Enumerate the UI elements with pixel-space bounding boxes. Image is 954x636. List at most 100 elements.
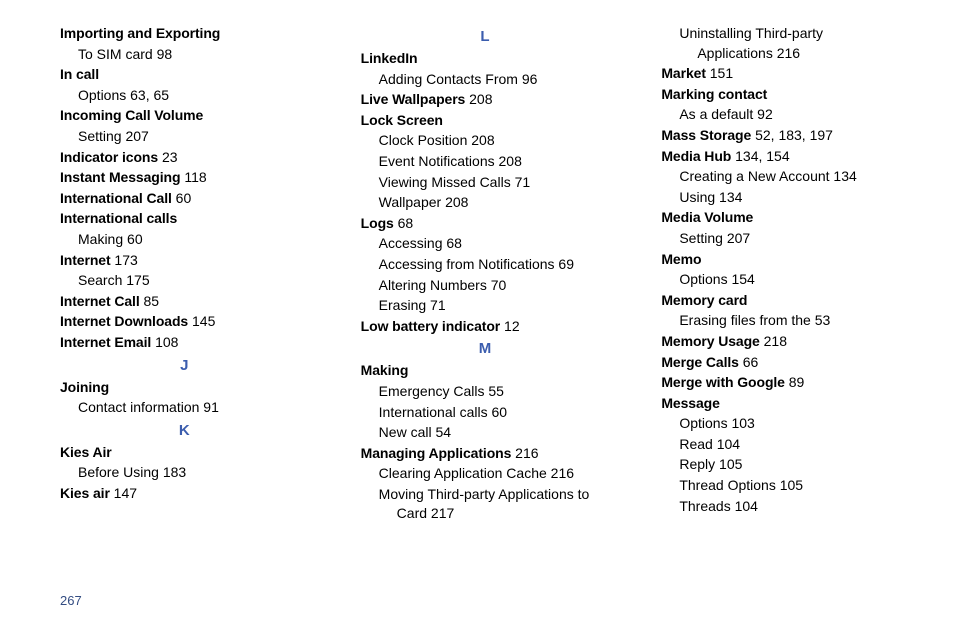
index-page-ref: 71 — [426, 297, 445, 313]
index-entry: Lock Screen — [361, 111, 610, 131]
index-term: Joining — [60, 379, 109, 395]
index-page-ref: 96 — [518, 71, 537, 87]
index-subentry: Read — [679, 436, 712, 452]
index-entry: International Call 60 — [60, 189, 309, 209]
index-page-ref: 63 — [126, 87, 145, 103]
index-page-ref: 145 — [188, 313, 215, 329]
index-page-ref: 85 — [140, 293, 159, 309]
index-term: International Call — [60, 190, 172, 206]
index-entry: Viewing Missed Calls 71 — [361, 173, 610, 193]
index-page-ref: 105 — [776, 477, 803, 493]
index-subentry: New call — [379, 424, 432, 440]
index-subentry: Options — [679, 271, 727, 287]
index-page-ref: 68 — [394, 215, 413, 231]
index-entry: Making — [361, 361, 610, 381]
index-entry: Setting 207 — [661, 229, 910, 249]
index-page-ref: 216 — [547, 465, 574, 481]
index-entry: International calls 60 — [361, 403, 610, 423]
index-term: Merge with Google — [661, 374, 785, 390]
index-entry: Altering Numbers 70 — [361, 276, 610, 296]
index-entry: Low battery indicator 12 — [361, 317, 610, 337]
index-entry: Internet 173 — [60, 251, 309, 271]
index-entry: To SIM card 98 — [60, 45, 309, 65]
index-page-ref: 91 — [199, 399, 218, 415]
index-page-ref: 60 — [123, 231, 142, 247]
index-entry: Internet Email 108 — [60, 333, 309, 353]
index-entry: Search 175 — [60, 271, 309, 291]
index-entry: Wallpaper 208 — [361, 193, 610, 213]
index-subentry: Accessing — [379, 235, 443, 251]
index-page-ref: 154 — [766, 148, 789, 164]
index-page-ref: 118 — [180, 169, 206, 185]
index-term: Mass Storage — [661, 127, 751, 143]
index-term: International calls — [60, 210, 177, 226]
index-column-2: LLinkedInAdding Contacts From 96Live Wal… — [361, 24, 610, 525]
index-term: Kies Air — [60, 444, 112, 460]
index-term: Incoming Call Volume — [60, 107, 203, 123]
index-page-ref: 134 — [731, 148, 758, 164]
index-subentry: Using — [679, 189, 715, 205]
index-entry: Internet Downloads 145 — [60, 312, 309, 332]
index-term: Memory card — [661, 292, 747, 308]
index-entry: Incoming Call Volume — [60, 106, 309, 126]
index-entry: Reply 105 — [661, 455, 910, 475]
index-entry: Mass Storage 52, 183, 197 — [661, 126, 910, 146]
index-term: Memo — [661, 251, 701, 267]
index-subentry: Accessing from Notifications — [379, 256, 555, 272]
section-letter: L — [361, 26, 610, 47]
index-page-ref: 208 — [441, 194, 468, 210]
section-letter: K — [60, 420, 309, 441]
index-entry: Joining — [60, 378, 309, 398]
index-entry: LinkedIn — [361, 49, 610, 69]
index-subentry: To SIM card — [78, 46, 153, 62]
index-term: Instant Messaging — [60, 169, 180, 185]
section-letter: M — [361, 338, 610, 359]
index-subentry: Erasing — [379, 297, 426, 313]
index-term: Kies air — [60, 485, 110, 501]
index-entry: Merge Calls 66 — [661, 353, 910, 373]
index-entry: As a default 92 — [661, 105, 910, 125]
index-page-ref: 65 — [154, 87, 170, 103]
index-subentry: Creating a New Account — [679, 168, 829, 184]
index-page-ref: 208 — [467, 132, 494, 148]
index-page-ref: 60 — [488, 404, 507, 420]
index-entry: Before Using 183 — [60, 463, 309, 483]
index-page-ref: 70 — [487, 277, 506, 293]
index-entry: Indicator icons 23 — [60, 148, 309, 168]
index-entry: Kies Air — [60, 443, 309, 463]
index-entry: Internet Call 85 — [60, 292, 309, 312]
index-term: Memory Usage — [661, 333, 759, 349]
index-term: Making — [361, 362, 409, 378]
index-subentry: Clock Position — [379, 132, 468, 148]
index-entry: International calls — [60, 209, 309, 229]
index-entry: Thread Options 105 — [661, 476, 910, 496]
index-subentry: Making — [78, 231, 123, 247]
index-subentry: Setting — [78, 128, 122, 144]
index-subentry: As a default — [679, 106, 753, 122]
index-page-ref: 92 — [753, 106, 772, 122]
index-entry: Creating a New Account 134 — [661, 167, 910, 187]
index-page-ref: 151 — [706, 65, 733, 81]
index-page-ref: 52 — [751, 127, 770, 143]
index-term: Internet — [60, 252, 111, 268]
index-entry: Making 60 — [60, 230, 309, 250]
index-entry: Marking contact — [661, 85, 910, 105]
index-subentry: Options — [78, 87, 126, 103]
index-page-ref: 23 — [158, 149, 177, 165]
index-term: Low battery indicator — [361, 318, 500, 334]
index-entry: Contact information 91 — [60, 398, 309, 418]
index-subentry: Altering Numbers — [379, 277, 487, 293]
index-entry: Kies air 147 — [60, 484, 309, 504]
index-term: In call — [60, 66, 99, 82]
index-term: Indicator icons — [60, 149, 158, 165]
index-page-ref: 104 — [713, 436, 740, 452]
index-page-ref: 197 — [810, 127, 833, 143]
index-entry: New call 54 — [361, 423, 610, 443]
index-subentry: Erasing files from the — [679, 312, 811, 328]
index-entry: Emergency Calls 55 — [361, 382, 610, 402]
index-page-ref: 173 — [111, 252, 138, 268]
index-term: Lock Screen — [361, 112, 443, 128]
index-subentry: Contact information — [78, 399, 199, 415]
index-page-ref: 175 — [122, 272, 149, 288]
index-page-ref: 208 — [495, 153, 522, 169]
